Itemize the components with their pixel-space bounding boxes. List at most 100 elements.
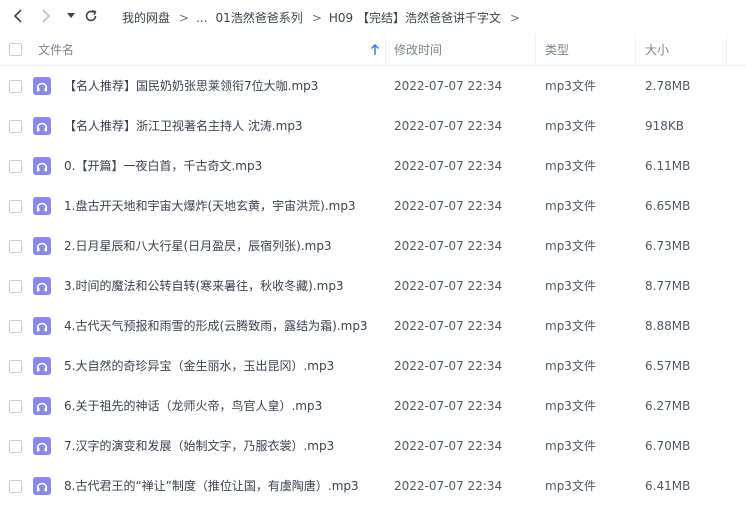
row-checkbox[interactable] (9, 360, 22, 373)
breadcrumb-separator: > (179, 10, 190, 25)
audio-file-icon (33, 157, 51, 175)
row-checkbox[interactable] (9, 120, 22, 133)
breadcrumb-separator: > (509, 10, 521, 25)
breadcrumb-home[interactable]: 我的网盘 (122, 9, 170, 26)
file-type: mp3文件 (545, 319, 596, 333)
row-checkbox[interactable] (9, 80, 22, 93)
row-checkbox[interactable] (9, 480, 22, 493)
file-modified-time: 2022-07-07 22:34 (394, 439, 503, 453)
audio-file-icon (33, 317, 51, 335)
file-name[interactable]: 【名人推荐】国民奶奶张思莱领衔7位大咖.mp3 (64, 66, 318, 106)
column-header-type[interactable]: 类型 (545, 34, 569, 66)
file-size: 2.78MB (645, 79, 691, 93)
file-name[interactable]: 6.关于祖先的神话（龙师火帝，鸟官人皇）.mp3 (64, 386, 322, 426)
table-row[interactable]: 7.汉字的演变和发展（始制文字，乃服衣裳）.mp3 2022-07-07 22:… (0, 426, 746, 466)
file-type: mp3文件 (545, 359, 596, 373)
file-modified-time: 2022-07-07 22:34 (394, 199, 503, 213)
file-name[interactable]: 2.日月星辰和八大行星(日月盈昃，辰宿列张).mp3 (64, 226, 332, 266)
file-modified-time: 2022-07-07 22:34 (394, 79, 503, 93)
file-name[interactable]: 1.盘古开天地和宇宙大爆炸(天地玄黄，宇宙洪荒).mp3 (64, 186, 356, 226)
table-row[interactable]: 0.【开篇】一夜白首，千古奇文.mp3 2022-07-07 22:34 mp3… (0, 146, 746, 186)
back-button[interactable] (10, 6, 26, 26)
file-size: 6.70MB (645, 439, 691, 453)
breadcrumb: 我的网盘 > ... 01浩然爸爸系列 > H09 【完结】浩然爸爸讲千字文 > (122, 9, 527, 26)
breadcrumb-current-folder[interactable]: H09 【完结】浩然爸爸讲千字文 (329, 9, 501, 26)
file-modified-time: 2022-07-07 22:34 (394, 319, 503, 333)
file-name[interactable]: 0.【开篇】一夜白首，千古奇文.mp3 (64, 146, 262, 186)
column-header-size[interactable]: 大小 (645, 34, 669, 66)
chevron-right-icon (42, 9, 51, 23)
file-modified-time: 2022-07-07 22:34 (394, 239, 503, 253)
row-checkbox[interactable] (9, 280, 22, 293)
refresh-icon (85, 9, 97, 22)
table-row[interactable]: 1.盘古开天地和宇宙大爆炸(天地玄黄，宇宙洪荒).mp3 2022-07-07 … (0, 186, 746, 226)
file-name[interactable]: 7.汉字的演变和发展（始制文字，乃服衣裳）.mp3 (64, 426, 334, 466)
file-size: 918KB (645, 119, 685, 133)
audio-file-icon (33, 357, 51, 375)
audio-file-icon (33, 77, 51, 95)
file-size: 6.41MB (645, 479, 691, 493)
table-row[interactable]: 【名人推荐】浙江卫视著名主持人 沈涛.mp3 2022-07-07 22:34 … (0, 106, 746, 146)
file-modified-time: 2022-07-07 22:34 (394, 279, 503, 293)
column-divider (726, 34, 727, 66)
history-dropdown-button[interactable] (64, 6, 78, 26)
file-type: mp3文件 (545, 399, 596, 413)
file-type: mp3文件 (545, 119, 596, 133)
file-name[interactable]: 4.古代天气预报和雨雪的形成(云腾致雨，露结为霜).mp3 (64, 306, 368, 346)
table-row[interactable]: 4.古代天气预报和雨雪的形成(云腾致雨，露结为霜).mp3 2022-07-07… (0, 306, 746, 346)
breadcrumb-folder-series[interactable]: 01浩然爸爸系列 (216, 9, 303, 26)
column-header-modified[interactable]: 修改时间 (394, 34, 442, 66)
file-type: mp3文件 (545, 79, 596, 93)
file-modified-time: 2022-07-07 22:34 (394, 479, 503, 493)
row-checkbox[interactable] (9, 200, 22, 213)
row-checkbox[interactable] (9, 240, 22, 253)
forward-button[interactable] (38, 6, 54, 26)
file-list: 【名人推荐】国民奶奶张思莱领衔7位大咖.mp3 2022-07-07 22:34… (0, 66, 746, 506)
column-divider (385, 34, 386, 66)
file-size: 6.11MB (645, 159, 691, 173)
file-name[interactable]: 3.时间的魔法和公转自转(寒来暑往，秋收冬藏).mp3 (64, 266, 344, 306)
table-row[interactable]: 6.关于祖先的神话（龙师火帝，鸟官人皇）.mp3 2022-07-07 22:3… (0, 386, 746, 426)
file-size: 6.57MB (645, 359, 691, 373)
breadcrumb-ellipsis[interactable]: ... (196, 11, 207, 25)
file-name[interactable]: 【名人推荐】浙江卫视著名主持人 沈涛.mp3 (64, 106, 303, 146)
file-size: 6.27MB (645, 399, 691, 413)
file-size: 6.65MB (645, 199, 691, 213)
navigation-bar: 我的网盘 > ... 01浩然爸爸系列 > H09 【完结】浩然爸爸讲千字文 > (0, 0, 746, 34)
file-type: mp3文件 (545, 439, 596, 453)
audio-file-icon (33, 437, 51, 455)
table-row[interactable]: 3.时间的魔法和公转自转(寒来暑往，秋收冬藏).mp3 2022-07-07 2… (0, 266, 746, 306)
row-checkbox[interactable] (9, 160, 22, 173)
audio-file-icon (33, 477, 51, 495)
audio-file-icon (33, 237, 51, 255)
table-row[interactable]: 5.大自然的奇珍异宝（金生丽水，玉出昆冈）.mp3 2022-07-07 22:… (0, 346, 746, 386)
row-checkbox[interactable] (9, 440, 22, 453)
file-modified-time: 2022-07-07 22:34 (394, 399, 503, 413)
table-row[interactable]: 2.日月星辰和八大行星(日月盈昃，辰宿列张).mp3 2022-07-07 22… (0, 226, 746, 266)
sort-ascending-icon[interactable] (370, 44, 380, 56)
file-type: mp3文件 (545, 239, 596, 253)
audio-file-icon (33, 397, 51, 415)
file-type: mp3文件 (545, 479, 596, 493)
audio-file-icon (33, 117, 51, 135)
refresh-button[interactable] (82, 6, 100, 26)
row-checkbox[interactable] (9, 400, 22, 413)
row-checkbox[interactable] (9, 320, 22, 333)
file-modified-time: 2022-07-07 22:34 (394, 119, 503, 133)
column-header-name[interactable]: 文件名 (38, 34, 74, 66)
column-divider (635, 34, 636, 66)
audio-file-icon (33, 197, 51, 215)
table-row[interactable]: 【名人推荐】国民奶奶张思莱领衔7位大咖.mp3 2022-07-07 22:34… (0, 66, 746, 106)
select-all-checkbox[interactable] (9, 43, 22, 56)
file-size: 8.77MB (645, 279, 691, 293)
file-name[interactable]: 5.大自然的奇珍异宝（金生丽水，玉出昆冈）.mp3 (64, 346, 334, 386)
breadcrumb-separator: > (311, 10, 322, 25)
file-type: mp3文件 (545, 159, 596, 173)
file-list-header: 文件名 修改时间 类型 大小 (0, 34, 746, 66)
file-size: 6.73MB (645, 239, 691, 253)
file-name[interactable]: 8.古代君王的“禅让”制度（推位让国，有虞陶唐）.mp3 (64, 466, 359, 506)
file-type: mp3文件 (545, 279, 596, 293)
table-row[interactable]: 8.古代君王的“禅让”制度（推位让国，有虞陶唐）.mp3 2022-07-07 … (0, 466, 746, 506)
file-modified-time: 2022-07-07 22:34 (394, 159, 503, 173)
column-divider (535, 34, 536, 66)
